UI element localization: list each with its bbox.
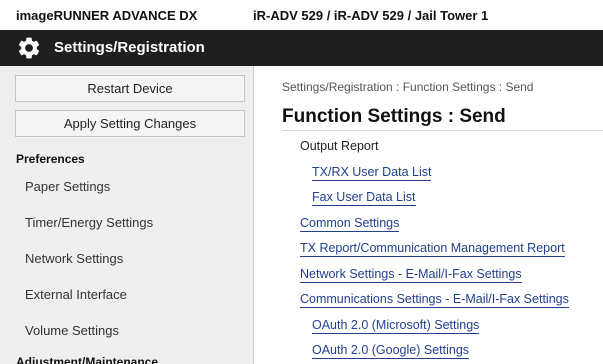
sidebar-item-paper-settings[interactable]: Paper Settings [25,179,110,194]
sidebar: Restart Device Apply Setting Changes Pre… [0,66,254,364]
sidebar-item-network-settings[interactable]: Network Settings [25,251,123,266]
main-content: Settings/Registration : Function Setting… [254,66,603,364]
common-settings-link[interactable]: Common Settings [300,216,400,232]
sidebar-heading-preferences: Preferences [16,152,85,166]
communications-settings-email-ifax-link[interactable]: Communications Settings - E-Mail/I-Fax S… [300,292,569,308]
gear-icon [18,37,40,59]
tx-rx-user-data-list-link[interactable]: TX/RX User Data List [312,165,432,181]
tx-report-link[interactable]: TX Report/Communication Management Repor… [300,241,565,257]
network-settings-email-ifax-link[interactable]: Network Settings - E-Mail/I-Fax Settings [300,267,522,283]
oauth-microsoft-settings-link[interactable]: OAuth 2.0 (Microsoft) Settings [312,318,480,334]
sidebar-item-timer-energy-settings[interactable]: Timer/Energy Settings [25,215,153,230]
title-divider [282,130,603,131]
sidebar-item-external-interface[interactable]: External Interface [25,287,127,302]
page-title: Function Settings : Send [282,106,506,127]
page-heading: Settings/Registration [54,39,205,56]
restart-device-button[interactable]: Restart Device [15,75,245,102]
top-header: imageRUNNER ADVANCE DX iR-ADV 529 / iR-A… [0,0,603,30]
device-name: iR-ADV 529 / iR-ADV 529 / Jail Tower 1 [253,8,489,23]
sidebar-heading-adjustment-maintenance: Adjustment/Maintenance [16,355,159,364]
apply-setting-changes-button[interactable]: Apply Setting Changes [15,110,245,137]
fax-user-data-list-link[interactable]: Fax User Data List [312,190,416,206]
title-bar: Settings/Registration [0,30,603,66]
oauth-google-settings-link[interactable]: OAuth 2.0 (Google) Settings [312,343,470,359]
sidebar-item-volume-settings[interactable]: Volume Settings [25,323,119,338]
breadcrumb: Settings/Registration : Function Setting… [282,80,534,94]
product-name: imageRUNNER ADVANCE DX [16,8,198,23]
output-report-label: Output Report [300,139,379,153]
